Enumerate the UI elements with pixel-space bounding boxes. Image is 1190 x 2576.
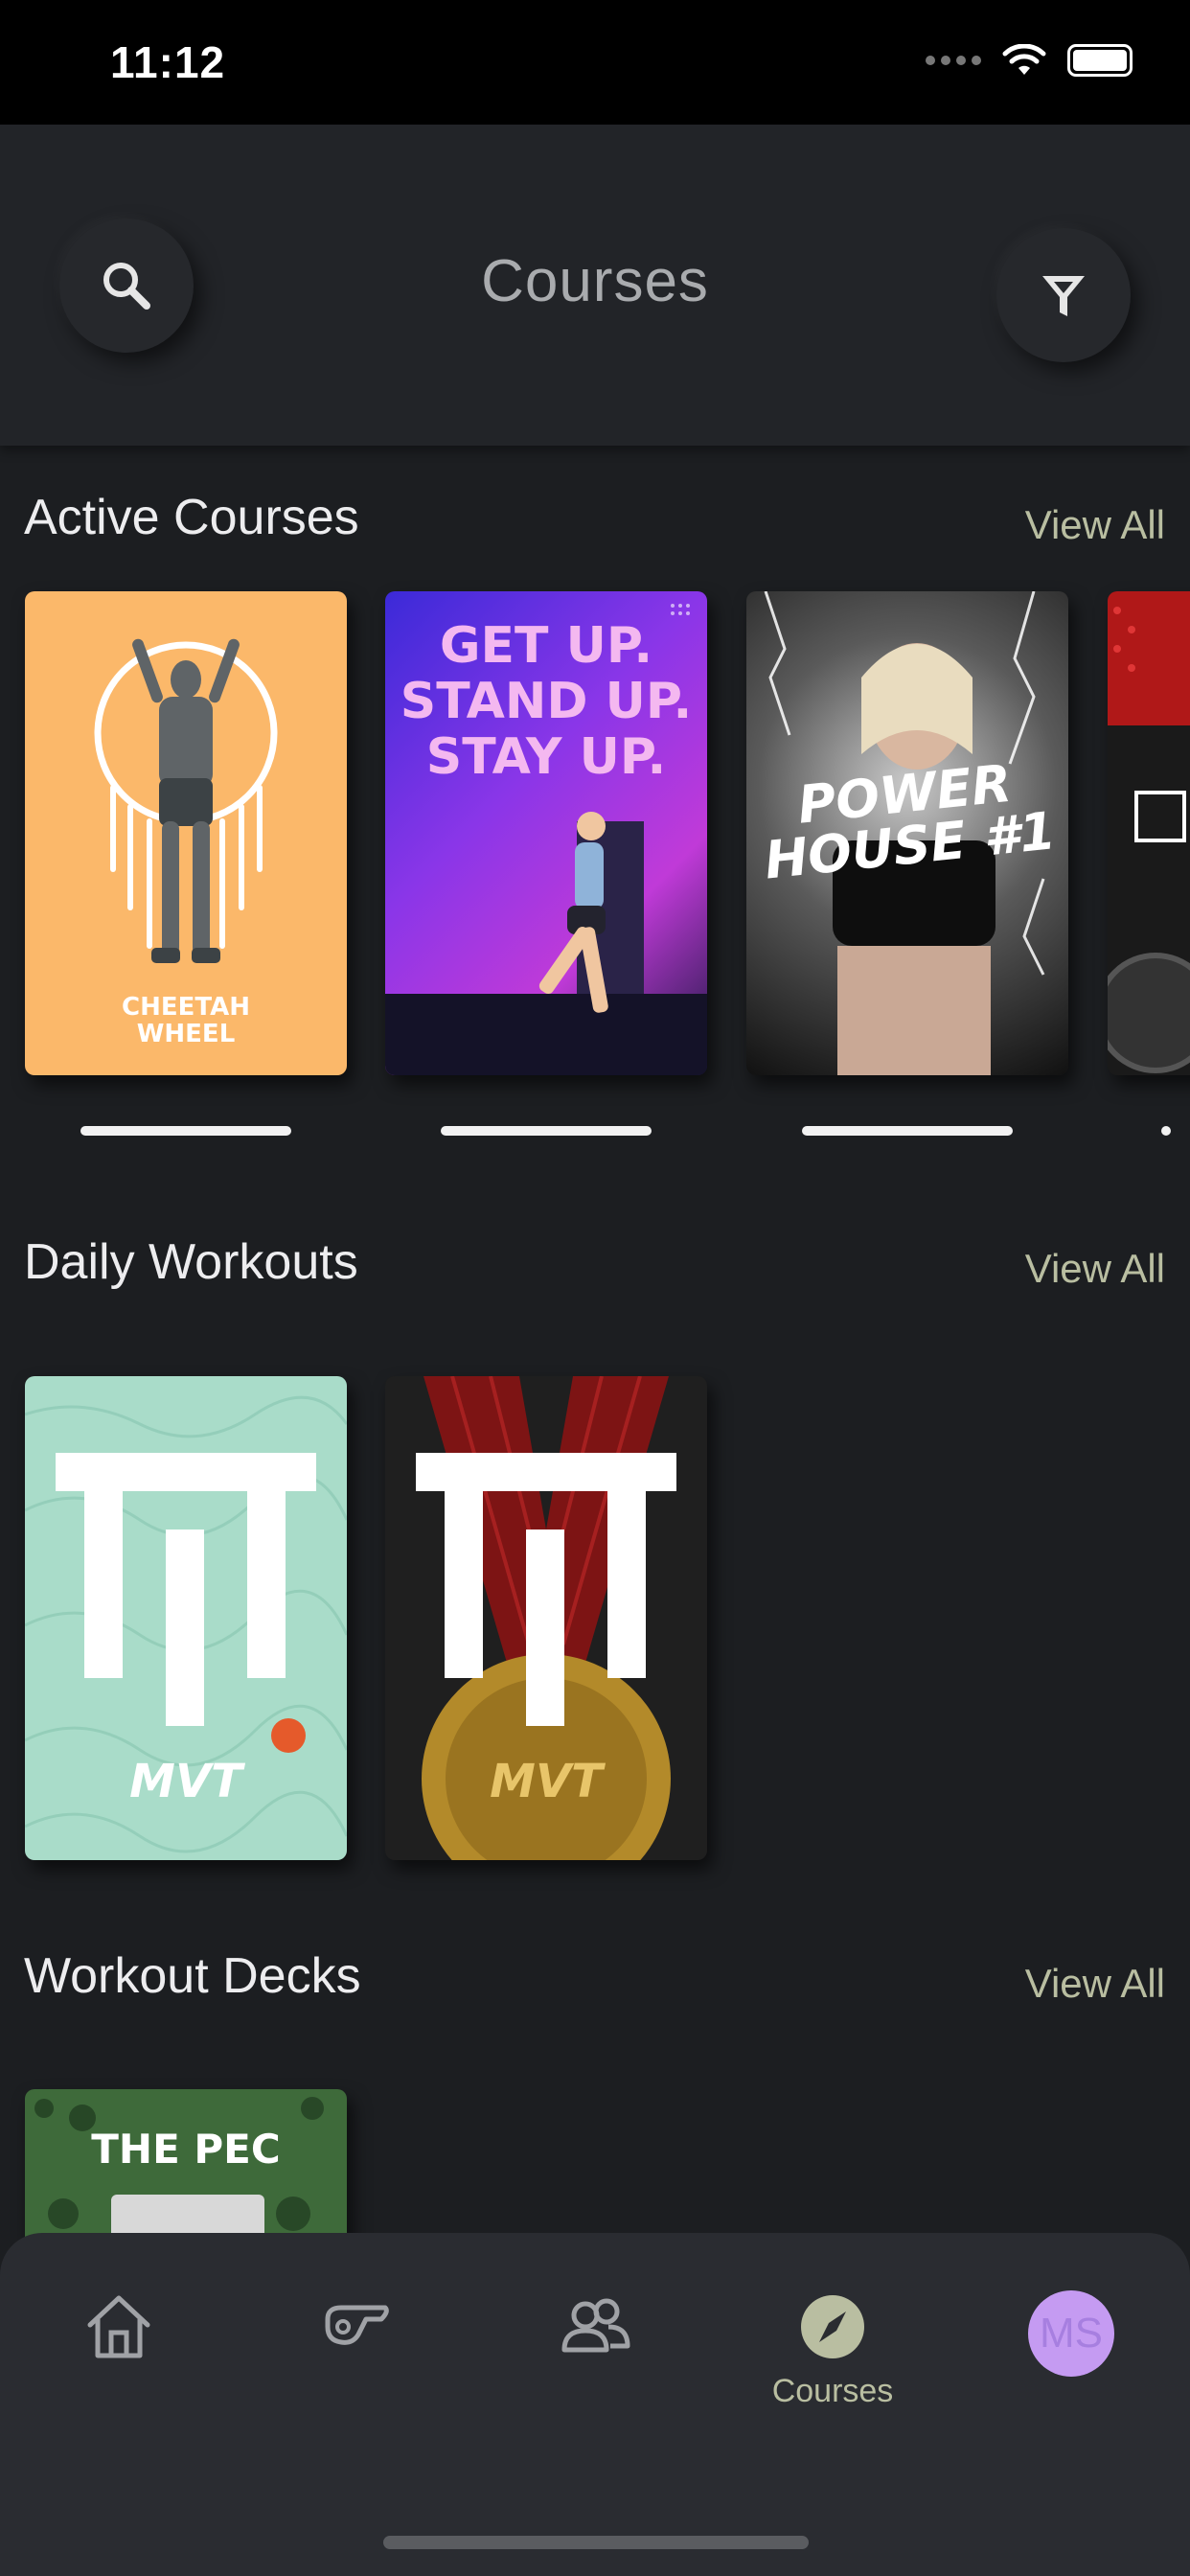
nav-courses-label: Courses [771,2373,894,2409]
course-card-power-house[interactable]: POWER HOUSE #1 [746,591,1068,1075]
course-progress-bar [441,1126,652,1136]
course-title-text: GET UP. STAND UP. STAY UP. [400,617,693,786]
battery-icon [1067,44,1133,77]
nav-home[interactable] [61,2290,176,2363]
status-time: 11:12 [110,37,226,87]
course-title-text: CHEETAH WHEEL [122,993,250,1048]
course-progress-bar [1161,1126,1171,1136]
course-card-partial[interactable] [1108,591,1190,1075]
filter-icon [1042,276,1085,316]
signal-icon [926,56,981,65]
compass-icon [801,2295,864,2358]
workout-brand: MVT [129,1755,242,1808]
bottom-nav: Courses MS [0,2233,1190,2576]
header: Courses [0,125,1190,446]
course-artwork [1108,591,1190,1073]
avatar: MS [1028,2290,1114,2377]
course-card-cheetah-wheel[interactable]: CHEETAH WHEEL [25,591,347,1075]
course-card-get-up-stand-up[interactable]: GET UP. STAND UP. STAY UP. [385,591,707,1075]
nav-courses[interactable]: Courses [772,2290,893,2410]
nav-profile[interactable]: MS [1014,2290,1129,2377]
course-title: GET UP. STAND UP. STAY UP. [385,618,707,785]
workout-card-daily-1[interactable]: MVT [25,1376,347,1860]
whistle-icon [325,2305,389,2345]
course-progress-bar [80,1126,291,1136]
home-icon [87,2295,150,2358]
nav-whistle[interactable] [299,2290,414,2363]
course-progress-bar [802,1126,1013,1136]
home-indicator [383,2536,809,2549]
status-icons [926,44,1133,77]
filter-button[interactable] [996,228,1131,362]
deck-card-the-pec[interactable]: THE PEC [25,2089,347,2242]
wifi-icon [1002,44,1046,75]
section-title-daily-workouts: Daily Workouts [24,1234,358,1290]
section-title-workout-decks: Workout Decks [24,1948,361,2004]
section-title-active-courses: Active Courses [24,490,359,545]
view-all-active-courses[interactable]: View All [1025,502,1165,548]
course-title: CHEETAH WHEEL [25,994,347,1047]
workout-card-daily-2[interactable]: MVT [385,1376,707,1860]
deck-title: THE PEC [91,2126,281,2173]
view-all-workout-decks[interactable]: View All [1025,1961,1165,2007]
workout-brand: MVT [490,1755,603,1808]
nav-community[interactable] [538,2290,652,2363]
community-icon [561,2298,630,2353]
status-bar: 11:12 [0,0,1190,125]
view-all-daily-workouts[interactable]: View All [1025,1246,1165,1292]
